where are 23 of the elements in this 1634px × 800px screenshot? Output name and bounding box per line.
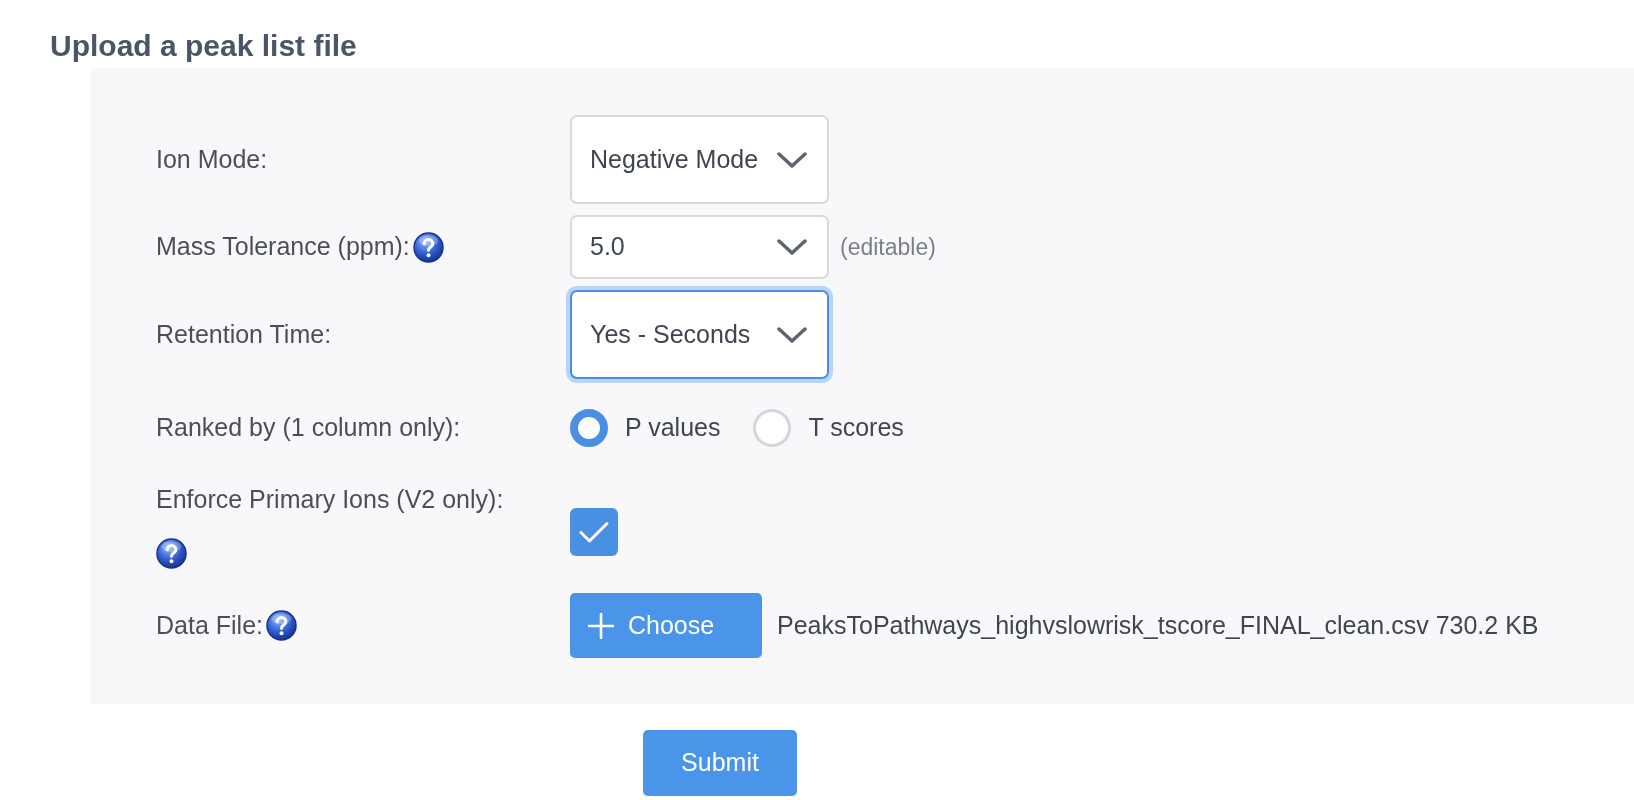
help-icon[interactable] bbox=[412, 231, 444, 263]
section-heading: Upload a peak list file bbox=[50, 30, 357, 62]
chevron-down-icon bbox=[777, 239, 807, 255]
select-field[interactable]: 5.0 bbox=[570, 215, 829, 279]
plus-icon bbox=[588, 612, 614, 639]
check-icon bbox=[579, 520, 609, 544]
field-label: Ranked by (1 column only): bbox=[156, 412, 461, 444]
radio-option[interactable]: T scores bbox=[753, 409, 904, 447]
select-field[interactable]: Negative Mode bbox=[570, 115, 829, 204]
chevron-down-icon bbox=[777, 151, 807, 168]
chevron-down-icon bbox=[777, 326, 807, 343]
field-label: Ion Mode: bbox=[156, 143, 268, 175]
help-icon[interactable] bbox=[266, 610, 297, 641]
radio-option[interactable]: P values bbox=[570, 409, 721, 447]
help-icon[interactable] bbox=[156, 538, 187, 570]
radio-icon[interactable] bbox=[570, 409, 608, 447]
field-label: Enforce Primary Ions (V2 only): bbox=[156, 483, 504, 515]
hint-text: (editable) bbox=[840, 232, 936, 262]
field-label: Data File: bbox=[156, 609, 263, 641]
field-label: Retention Time: bbox=[156, 318, 332, 350]
checkbox[interactable] bbox=[570, 508, 618, 556]
field-label: Mass Tolerance (ppm): bbox=[156, 231, 410, 263]
file-name: PeaksToPathways_highvslowrisk_tscore_FINAL_clean.csv 730.2 KB bbox=[777, 609, 1539, 641]
